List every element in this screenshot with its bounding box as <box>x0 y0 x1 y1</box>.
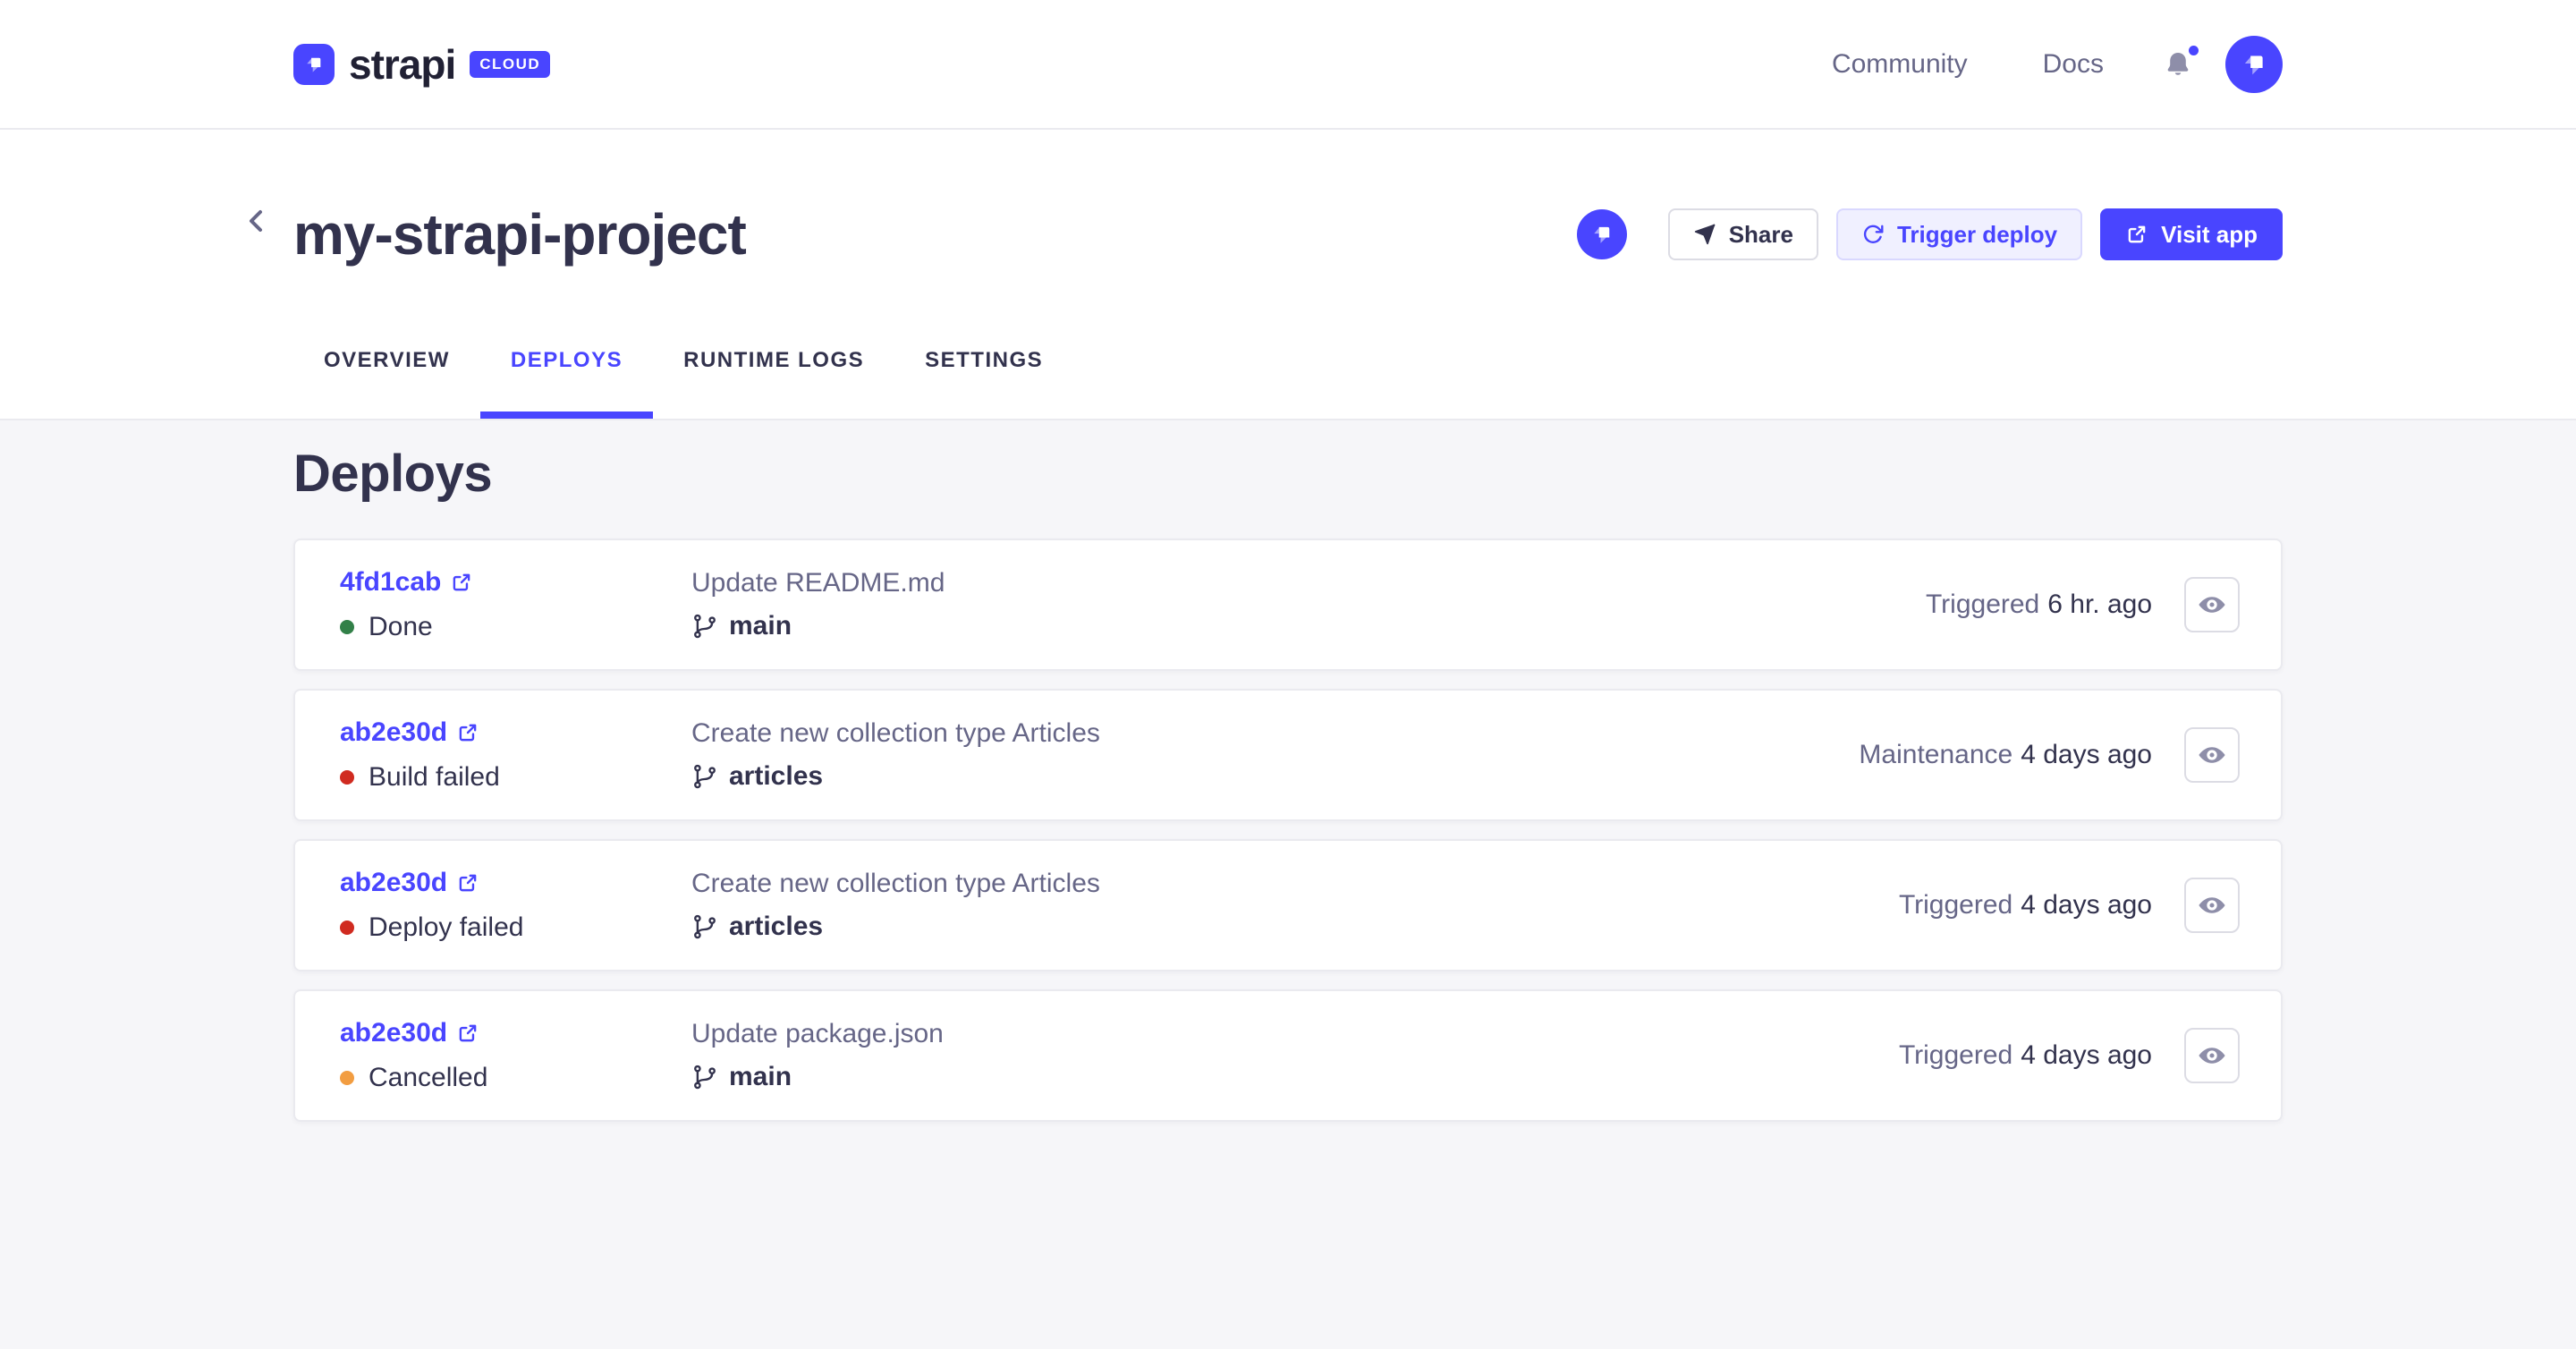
tab-deploys[interactable]: DEPLOYS <box>480 309 653 419</box>
git-branch-icon <box>691 913 718 940</box>
commit-link[interactable]: ab2e30d <box>340 1018 447 1048</box>
commit-message: Create new collection type Articles <box>691 718 1859 749</box>
deploy-card: ab2e30d Build failed Create new collecti… <box>293 689 2283 821</box>
view-deploy-button[interactable] <box>2184 878 2240 933</box>
share-button[interactable]: Share <box>1668 208 1818 260</box>
status-dot <box>340 921 354 935</box>
commit-link[interactable]: ab2e30d <box>340 868 447 898</box>
external-link-icon <box>2125 223 2148 246</box>
share-button-label: Share <box>1729 221 1793 249</box>
trigger-deploy-button[interactable]: Trigger deploy <box>1836 208 2082 260</box>
nav-link-community[interactable]: Community <box>1832 49 1968 80</box>
trigger-type-label: Triggered <box>1899 890 2012 921</box>
header-nav: Community Docs <box>1832 36 2283 93</box>
commit-message: Update package.json <box>691 1019 1899 1049</box>
cloud-badge: CLOUD <box>470 51 550 78</box>
visit-app-button[interactable]: Visit app <box>2100 208 2283 260</box>
git-branch-icon <box>691 763 718 790</box>
git-branch-icon <box>691 1064 718 1090</box>
view-deploy-button[interactable] <box>2184 727 2240 783</box>
view-deploy-button[interactable] <box>2184 577 2240 632</box>
deploy-list: 4fd1cab Done Update README.md <box>293 539 2283 1122</box>
commit-link[interactable]: ab2e30d <box>340 717 447 748</box>
deploy-card: 4fd1cab Done Update README.md <box>293 539 2283 671</box>
tab-overview[interactable]: OVERVIEW <box>293 309 480 419</box>
external-link-icon <box>450 571 473 594</box>
external-link-icon <box>456 871 479 895</box>
view-deploy-button[interactable] <box>2184 1028 2240 1083</box>
project-header: my-strapi-project Share <box>0 130 2576 420</box>
tab-settings[interactable]: SETTINGS <box>894 309 1073 419</box>
nav-link-docs[interactable]: Docs <box>2043 49 2104 80</box>
back-button[interactable] <box>236 201 275 241</box>
project-avatar[interactable] <box>1577 209 1627 259</box>
status-label: Done <box>369 612 433 642</box>
refresh-icon <box>1861 223 1885 246</box>
notifications-button[interactable] <box>2163 49 2193 80</box>
status-dot <box>340 1071 354 1085</box>
trigger-type-label: Maintenance <box>1859 740 2012 770</box>
eye-icon <box>2197 740 2227 770</box>
status-dot <box>340 770 354 785</box>
trigger-type-label: Triggered <box>1899 1040 2012 1071</box>
commit-message: Create new collection type Articles <box>691 869 1899 899</box>
deploy-card: ab2e30d Cancelled Update package.json <box>293 989 2283 1122</box>
branch-name: main <box>729 1062 792 1092</box>
eye-icon <box>2197 890 2227 921</box>
section-heading: Deploys <box>293 447 2283 501</box>
project-tabs: OVERVIEW DEPLOYS RUNTIME LOGS SETTINGS <box>293 309 2283 419</box>
branch-name: articles <box>729 912 823 942</box>
visit-app-label: Visit app <box>2161 221 2258 249</box>
status-dot <box>340 620 354 634</box>
trigger-time: 6 hr. ago <box>2047 590 2152 620</box>
external-link-icon <box>456 721 479 744</box>
branch-name: main <box>729 611 792 641</box>
commit-message: Update README.md <box>691 568 1926 598</box>
tab-runtime-logs[interactable]: RUNTIME LOGS <box>653 309 894 419</box>
eye-icon <box>2197 1040 2227 1071</box>
eye-icon <box>2197 590 2227 620</box>
bell-icon <box>2163 49 2193 80</box>
strapi-cloud-logo[interactable]: strapi CLOUD <box>293 40 550 89</box>
status-label: Build failed <box>369 762 500 793</box>
app-header: strapi CLOUD Community Docs <box>0 0 2576 130</box>
send-icon <box>1693 223 1716 246</box>
status-label: Deploy failed <box>369 912 523 943</box>
trigger-time: 4 days ago <box>2021 890 2152 921</box>
trigger-deploy-label: Trigger deploy <box>1897 221 2057 249</box>
deploy-card: ab2e30d Deploy failed Create new collect… <box>293 839 2283 971</box>
branch-name: articles <box>729 761 823 792</box>
notification-dot <box>2189 46 2199 55</box>
chevron-left-icon <box>238 203 274 239</box>
external-link-icon <box>456 1022 479 1045</box>
trigger-time: 4 days ago <box>2021 1040 2152 1071</box>
strapi-logo-icon <box>293 44 335 85</box>
git-branch-icon <box>691 613 718 640</box>
commit-link[interactable]: 4fd1cab <box>340 567 441 598</box>
status-label: Cancelled <box>369 1063 487 1093</box>
deploys-section: Deploys 4fd1cab Done Update README.md <box>0 420 2576 1122</box>
brand-wordmark: strapi <box>349 40 455 89</box>
user-avatar[interactable] <box>2225 36 2283 93</box>
trigger-type-label: Triggered <box>1926 590 2039 620</box>
project-title: my-strapi-project <box>293 203 746 266</box>
trigger-time: 4 days ago <box>2021 740 2152 770</box>
